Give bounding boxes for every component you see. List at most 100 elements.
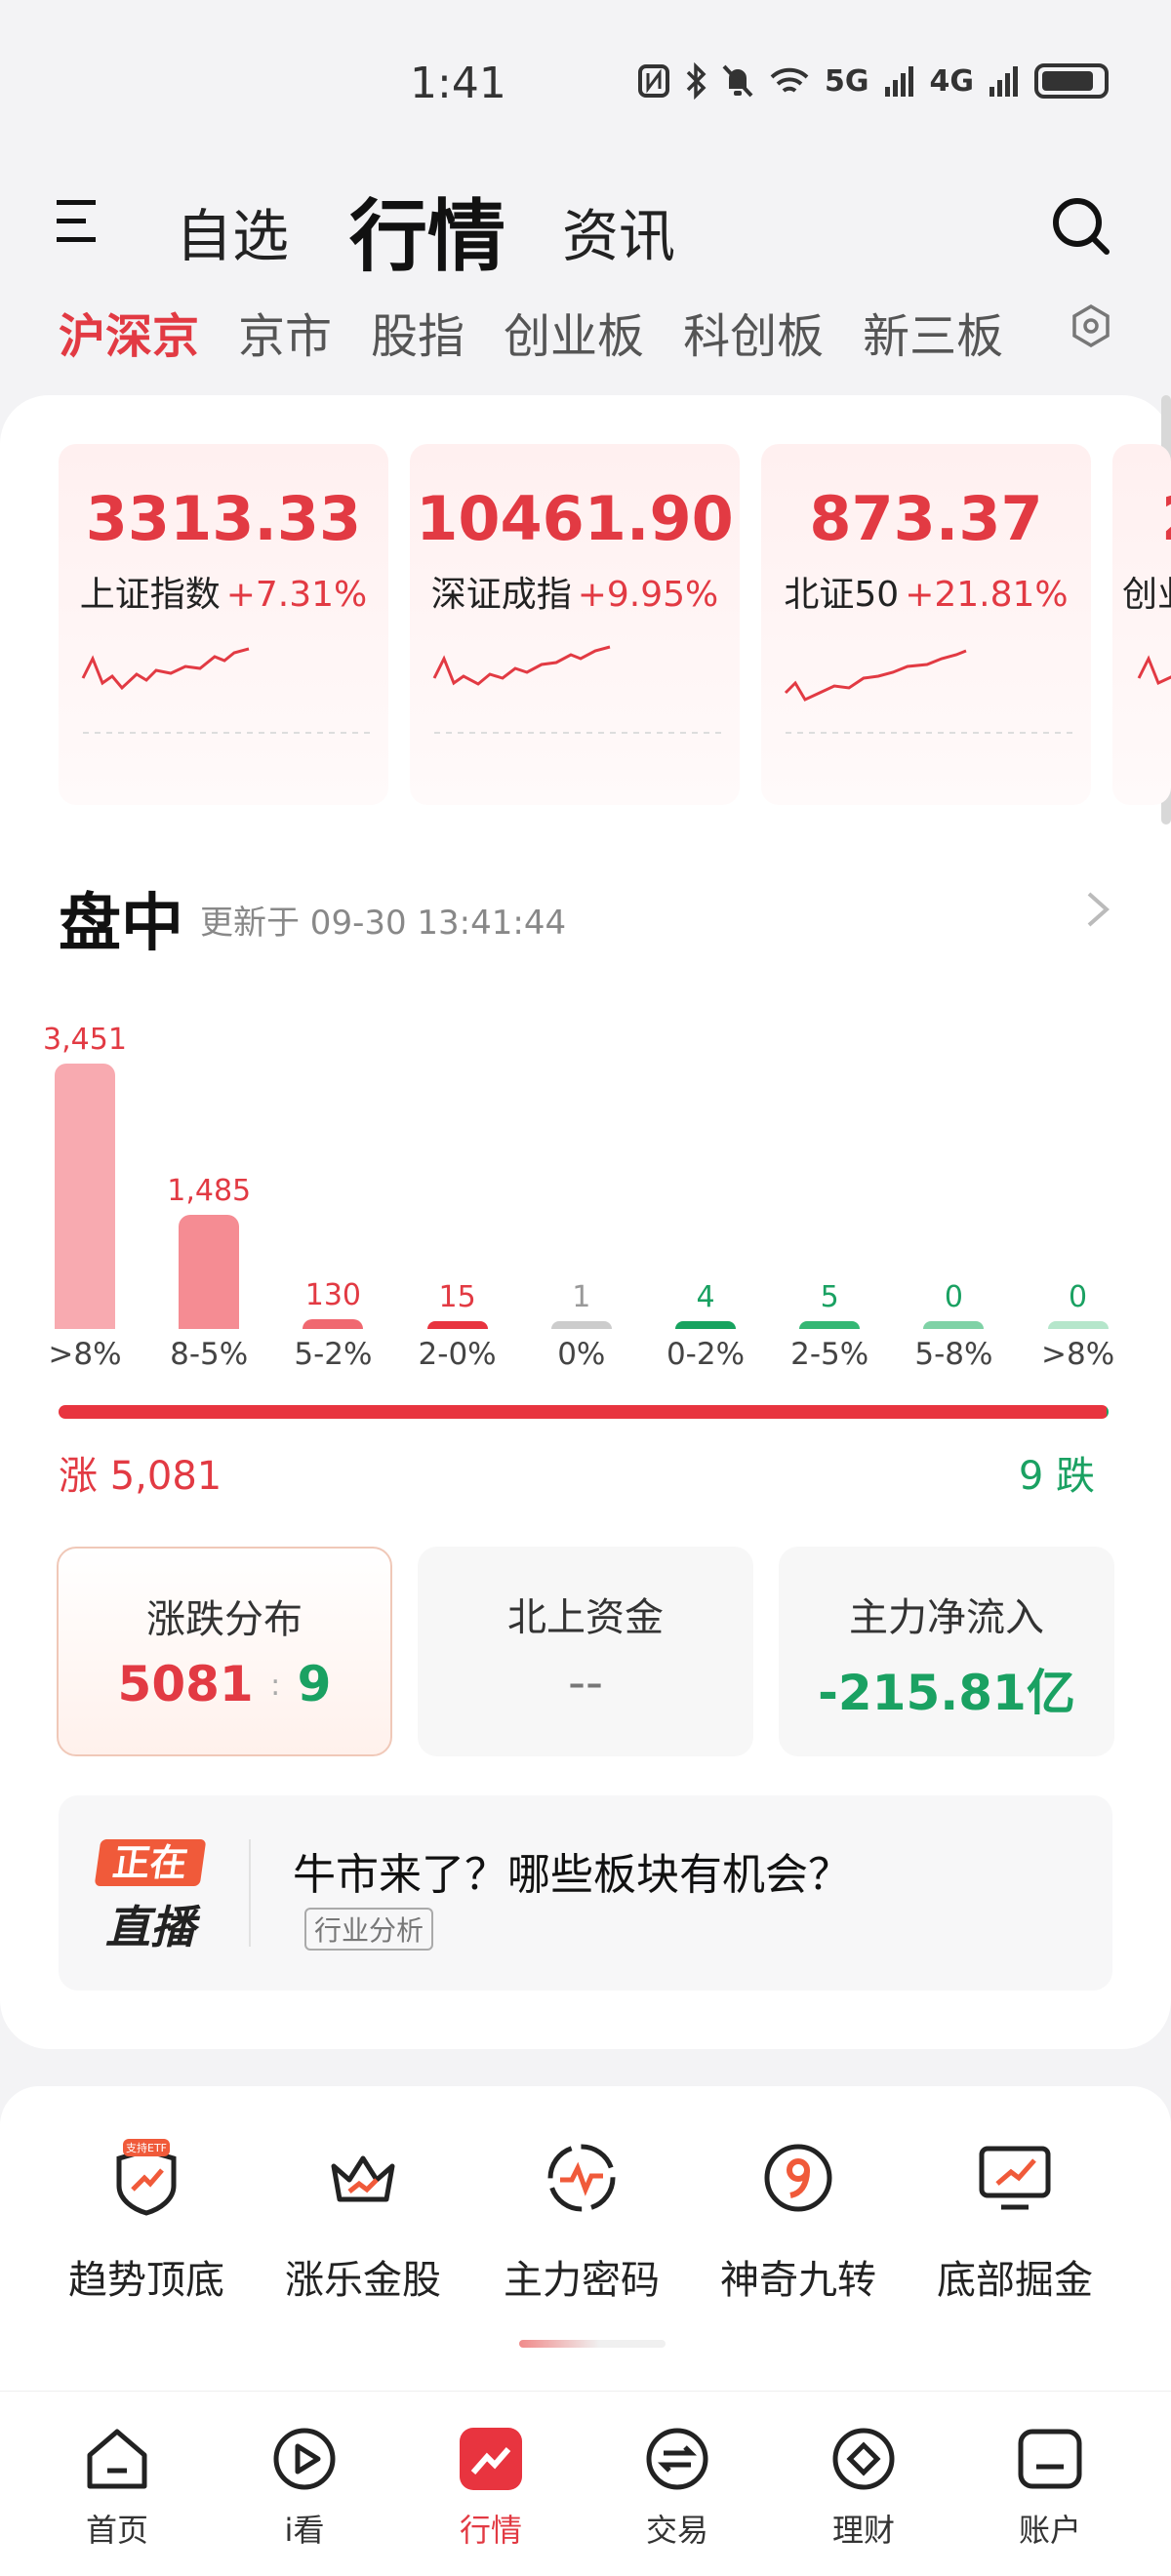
bar-value-label: 1 <box>572 1280 591 1314</box>
tool-label: 主力密码 <box>504 2258 660 2303</box>
nav-label: 理财 <box>831 2512 895 2549</box>
search-icon[interactable] <box>1050 195 1112 258</box>
market-tab-index-futures[interactable]: 股指 <box>371 298 464 366</box>
index-change: +7.31% <box>225 575 368 615</box>
4g-signal-icon <box>989 66 1018 97</box>
live-badge: 正在 直播 <box>94 1839 207 1953</box>
chevron-right-icon[interactable] <box>1083 888 1112 931</box>
index-card-chinext[interactable]: 2 创业 <box>1112 444 1171 805</box>
bluetooth-icon <box>686 62 707 100</box>
bar-category-label: >8% <box>48 1337 122 1372</box>
bar-value-label: 5 <box>820 1280 839 1314</box>
distribution-bar <box>179 1214 240 1329</box>
stat-separator: : <box>270 1669 281 1703</box>
market-tabs: 沪深京 京市 股指 创业板 科创板 新三板 <box>59 298 1003 366</box>
distribution-bar <box>303 1318 364 1329</box>
index-card-shenzhen[interactable]: 10461.90 深证成指 +9.95% <box>410 444 740 805</box>
nav-label: 首页 <box>85 2512 148 2549</box>
nav-market[interactable]: 行情 <box>432 2422 549 2551</box>
market-tab-neeq[interactable]: 新三板 <box>863 298 1003 366</box>
distribution-bar <box>426 1321 488 1329</box>
nav-home[interactable]: 首页 <box>59 2422 176 2551</box>
bar-category-label: 2-5% <box>790 1337 869 1372</box>
live-badge-bottom: 直播 <box>105 1901 195 1953</box>
tool-magic-nine[interactable]: 神奇九转 <box>691 2137 906 2305</box>
down-total: 9 跌 <box>1018 1454 1095 1499</box>
nine-icon <box>764 2144 832 2212</box>
tool-label: 底部掘金 <box>937 2258 1093 2303</box>
stat-value: -215.81亿 <box>818 1665 1075 1721</box>
mute-icon <box>722 64 753 98</box>
index-sparkline <box>81 647 371 734</box>
index-value: 10461.90 <box>416 483 734 554</box>
monitor-chart-icon <box>979 2146 1051 2210</box>
tab-market[interactable]: 行情 <box>349 174 505 287</box>
tool-zhangle-gold-stock[interactable]: 涨乐金股 <box>256 2137 470 2305</box>
market-tab-jing[interactable]: 京市 <box>238 298 332 366</box>
up-total: 涨 5,081 <box>59 1454 222 1499</box>
tool-badge: 支持ETF <box>126 2141 167 2154</box>
bar-category-label: 8-5% <box>170 1337 249 1372</box>
account-icon <box>1018 2429 1082 2489</box>
index-name: 创业 <box>1122 575 1171 615</box>
bar-value-label: 15 <box>438 1280 476 1314</box>
live-banner[interactable]: 正在 直播 牛市来了？哪些板块有机会？ 行业分析 <box>59 1795 1112 1991</box>
tools-page-indicator <box>519 2340 666 2348</box>
tool-label: 涨乐金股 <box>285 2258 441 2303</box>
bar-value-label: 130 <box>304 1277 362 1312</box>
nav-label: 交易 <box>645 2512 708 2549</box>
settings-icon[interactable] <box>1070 304 1112 347</box>
stat-down-count: 9 <box>297 1656 332 1712</box>
nav-label: 行情 <box>459 2512 522 2549</box>
distribution-bar <box>675 1321 736 1329</box>
wealth-icon <box>832 2428 895 2490</box>
index-card-bz50[interactable]: 873.37 北证50 +21.81% <box>761 444 1091 805</box>
bar-category-label: >8% <box>1041 1337 1115 1372</box>
index-value: 3313.33 <box>85 483 362 554</box>
bar-category-label: 5-2% <box>294 1337 373 1372</box>
live-tag: 行业分析 <box>304 1908 434 1951</box>
menu-icon[interactable] <box>57 200 101 247</box>
index-value: 2 <box>1112 483 1171 554</box>
bar-category-label: 0% <box>557 1337 606 1372</box>
market-tab-hushenjing[interactable]: 沪深京 <box>59 298 199 366</box>
market-tab-chinext[interactable]: 创业板 <box>504 298 644 366</box>
nav-ikan[interactable]: i看 <box>246 2422 363 2551</box>
5g-signal-icon <box>884 66 913 97</box>
up-down-ratio-bar <box>59 1405 1109 1419</box>
stat-up-down-distribution[interactable]: 涨跌分布 5081 : 9 <box>57 1547 392 1756</box>
tool-main-force-code[interactable]: 主力密码 <box>474 2137 689 2305</box>
wifi-icon <box>770 67 809 93</box>
stat-main-net-inflow[interactable]: 主力净流入 -215.81亿 <box>779 1547 1114 1756</box>
tool-bottom-gold-digging[interactable]: 底部掘金 <box>908 2137 1122 2305</box>
nav-trade[interactable]: 交易 <box>619 2422 736 2551</box>
bar-category-label: 2-0% <box>418 1337 497 1372</box>
5g-label: 5G <box>825 63 869 99</box>
tool-trend-top-bottom[interactable]: 支持ETF 趋势顶底 <box>39 2137 254 2305</box>
index-name: 北证50 <box>784 575 900 615</box>
bar-value-label: 0 <box>1069 1280 1088 1314</box>
4g-label: 4G <box>929 63 975 99</box>
stat-value: -- <box>567 1654 604 1711</box>
stat-title: 北上资金 <box>507 1595 664 1640</box>
battery-icon <box>1034 63 1109 99</box>
stat-northbound[interactable]: 北上资金 -- <box>418 1547 753 1756</box>
index-card-shanghai[interactable]: 3313.33 上证指数 +7.31% <box>59 444 388 805</box>
nav-account[interactable]: 账户 <box>991 2422 1109 2551</box>
market-tab-star[interactable]: 科创板 <box>683 298 824 366</box>
play-icon <box>273 2428 336 2490</box>
pulse-icon <box>547 2144 616 2212</box>
bar-value-label: 0 <box>944 1280 963 1314</box>
status-icons: 5G 4G <box>637 62 1109 100</box>
index-sparkline <box>1137 655 1171 686</box>
distribution-bar <box>923 1321 985 1329</box>
tab-watchlist[interactable]: 自选 <box>176 190 289 272</box>
tab-news[interactable]: 资讯 <box>562 190 675 272</box>
index-name: 上证指数 <box>79 575 221 615</box>
nfc-icon <box>638 64 669 98</box>
index-change: +21.81% <box>905 575 1069 615</box>
nav-label: i看 <box>284 2512 325 2549</box>
nav-wealth[interactable]: 理财 <box>805 2422 922 2551</box>
nav-label: 账户 <box>1018 2512 1081 2549</box>
index-value: 873.37 <box>809 483 1043 554</box>
